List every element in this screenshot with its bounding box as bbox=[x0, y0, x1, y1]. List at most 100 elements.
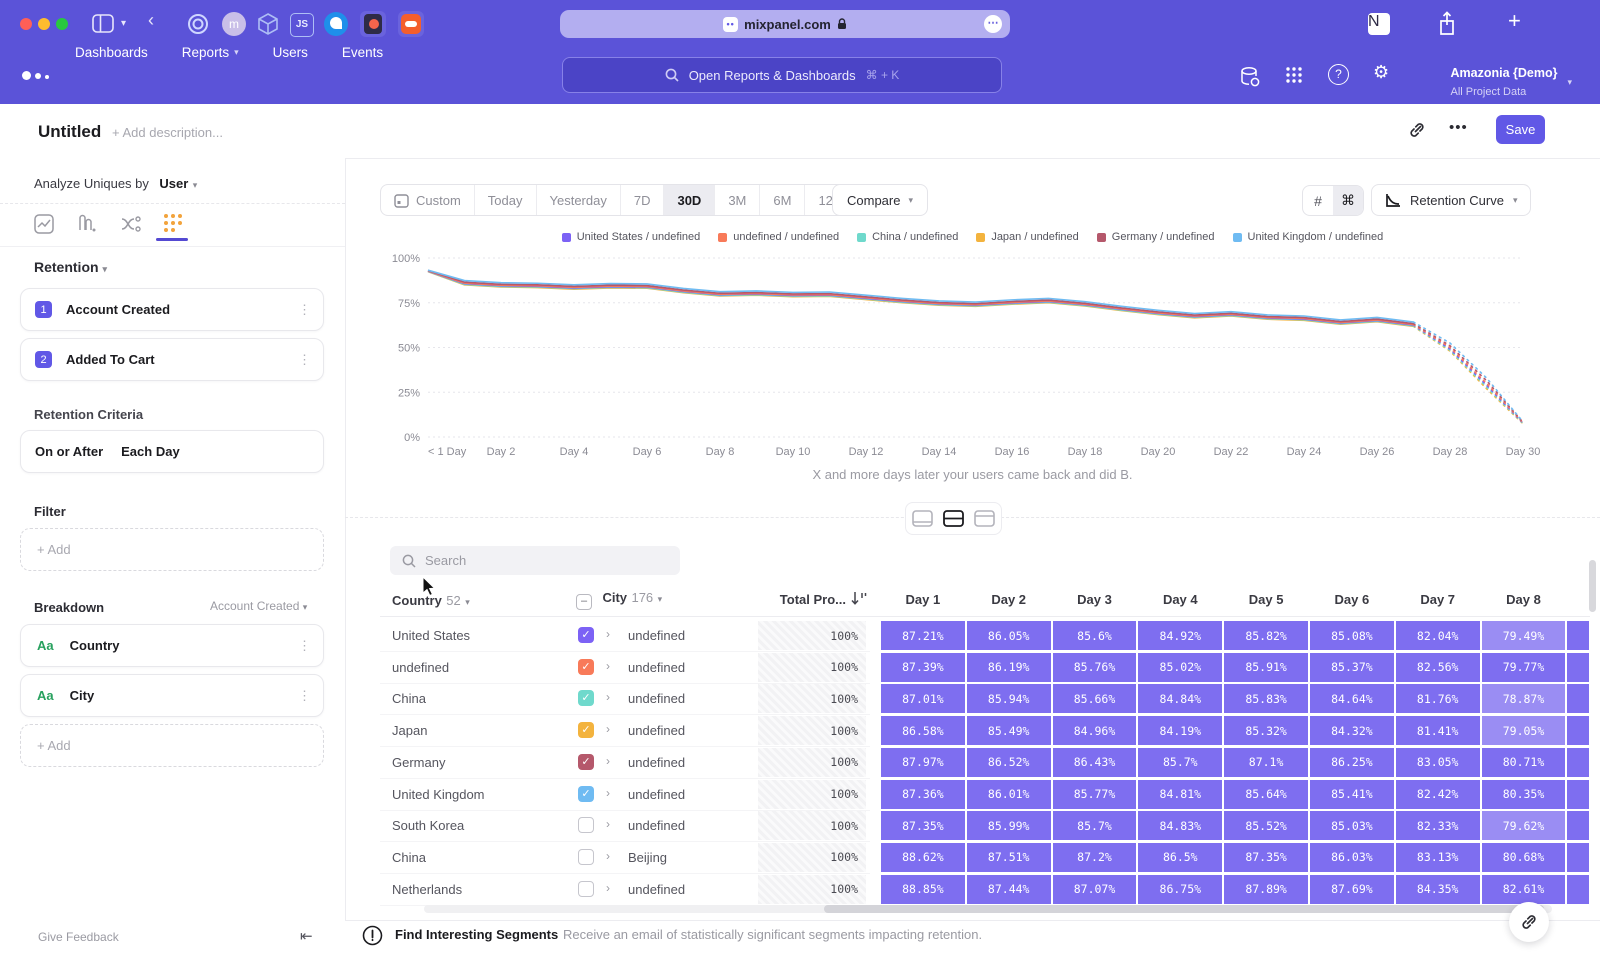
day-cell[interactable]: 85.32% bbox=[1224, 716, 1308, 745]
day-cell[interactable]: 87.01% bbox=[881, 684, 965, 713]
save-button[interactable]: Save bbox=[1496, 115, 1545, 144]
range-yesterday[interactable]: Yesterday bbox=[537, 185, 621, 215]
day-cell[interactable]: 82.33% bbox=[1396, 811, 1480, 840]
country-cell[interactable]: China bbox=[392, 691, 426, 706]
city-cell[interactable]: undefined bbox=[628, 755, 685, 770]
tab-insights-icon[interactable] bbox=[34, 214, 54, 234]
day-cell[interactable]: 84.19% bbox=[1138, 716, 1222, 745]
tab-funnels-icon[interactable] bbox=[77, 214, 97, 234]
nav-link-dashboards[interactable]: Dashboards bbox=[75, 45, 148, 60]
row-checkbox[interactable]: ✓ bbox=[578, 627, 594, 643]
horizontal-scrollbar[interactable] bbox=[424, 905, 1552, 913]
day-cell[interactable]: 78.87% bbox=[1482, 684, 1566, 713]
day-cell[interactable]: 84.96% bbox=[1053, 716, 1137, 745]
project-switcher[interactable]: Amazonia {Demo} All Project Data ▾ bbox=[1450, 64, 1572, 100]
day-cell[interactable]: 79.05% bbox=[1482, 716, 1566, 745]
day-cell[interactable]: 86.05% bbox=[967, 621, 1051, 650]
compare-button[interactable]: Compare▾ bbox=[832, 184, 928, 216]
breakdown-add-button[interactable]: + Add bbox=[20, 724, 324, 767]
legend-item[interactable]: undefined / undefined bbox=[718, 231, 839, 243]
global-search[interactable]: Open Reports & Dashboards ⌘ + K bbox=[562, 57, 1002, 93]
day-cell[interactable]: 87.51% bbox=[967, 843, 1051, 872]
layout-chart-only-icon[interactable] bbox=[912, 510, 933, 527]
copy-link-icon[interactable] bbox=[1408, 121, 1426, 139]
retention-step-1[interactable]: 1Account Created⋮ bbox=[20, 288, 324, 331]
apps-grid-icon[interactable] bbox=[1285, 66, 1303, 84]
day-cell[interactable]: 85.7% bbox=[1053, 811, 1137, 840]
day-cell[interactable]: 87.69% bbox=[1310, 875, 1394, 904]
row-checkbox[interactable]: ✓ bbox=[578, 690, 594, 706]
extension-cloud-icon[interactable] bbox=[398, 11, 424, 37]
add-description[interactable]: + Add description... bbox=[112, 125, 223, 140]
retention-step-2[interactable]: 2Added To Cart⋮ bbox=[20, 338, 324, 381]
day-cell[interactable]: 86.75% bbox=[1138, 875, 1222, 904]
chart-type-dropdown[interactable]: Retention Curve▾ bbox=[1371, 184, 1531, 216]
notion-icon[interactable]: N bbox=[1368, 13, 1390, 35]
day-cell[interactable]: 82.61% bbox=[1482, 875, 1566, 904]
retention-section-title[interactable]: Retention ▾ bbox=[34, 259, 107, 275]
kebab-menu-icon[interactable]: ⋮ bbox=[298, 352, 311, 368]
expand-chevron-icon[interactable]: › bbox=[606, 849, 610, 863]
day-cell[interactable]: 85.6% bbox=[1053, 621, 1137, 650]
day-header-8[interactable]: Day 8 bbox=[1481, 592, 1567, 607]
row-checkbox[interactable]: ✓ bbox=[578, 786, 594, 802]
city-cell[interactable]: undefined bbox=[628, 723, 685, 738]
criteria-card[interactable]: On or After Each Day bbox=[20, 430, 324, 473]
day-cell[interactable]: 84.92% bbox=[1138, 621, 1222, 650]
day-cell[interactable]: 87.07% bbox=[1053, 875, 1137, 904]
day-cell[interactable]: 85.7% bbox=[1138, 748, 1222, 777]
city-cell[interactable]: Beijing bbox=[628, 850, 667, 865]
help-icon[interactable]: ? bbox=[1328, 64, 1349, 85]
legend-item[interactable]: China / undefined bbox=[857, 231, 958, 243]
country-cell[interactable]: United Kingdom bbox=[392, 787, 485, 802]
interesting-segments-title[interactable]: Find Interesting Segments bbox=[395, 927, 558, 942]
city-cell[interactable]: undefined bbox=[628, 628, 685, 643]
day-cell[interactable]: 87.21% bbox=[881, 621, 965, 650]
horizontal-scrollbar-thumb[interactable] bbox=[824, 905, 1544, 913]
breakdown-label[interactable]: Country bbox=[70, 638, 120, 653]
day-cell[interactable]: 84.32% bbox=[1310, 716, 1394, 745]
breakdown-label[interactable]: City bbox=[70, 688, 95, 703]
day-header-1[interactable]: Day 1 bbox=[880, 592, 966, 607]
legend-item[interactable]: United States / undefined bbox=[562, 231, 701, 243]
table-search-input[interactable]: Search bbox=[390, 546, 680, 575]
url-more-icon[interactable]: ⋯ bbox=[984, 15, 1002, 33]
row-checkbox[interactable]: ✓ bbox=[578, 722, 594, 738]
day-cell[interactable]: 84.81% bbox=[1138, 780, 1222, 809]
expand-chevron-icon[interactable]: › bbox=[606, 722, 610, 736]
share-link-fab[interactable] bbox=[1509, 902, 1549, 942]
day-cell[interactable]: 85.94% bbox=[967, 684, 1051, 713]
day-cell[interactable]: 81.76% bbox=[1396, 684, 1480, 713]
day-cell[interactable]: 85.76% bbox=[1053, 653, 1137, 682]
day-cell[interactable]: 84.64% bbox=[1310, 684, 1394, 713]
day-cell[interactable]: 84.35% bbox=[1396, 875, 1480, 904]
day-header-5[interactable]: Day 5 bbox=[1223, 592, 1309, 607]
day-cell[interactable]: 83.05% bbox=[1396, 748, 1480, 777]
legend-item[interactable]: Germany / undefined bbox=[1097, 231, 1215, 243]
step-event-label[interactable]: Added To Cart bbox=[66, 352, 155, 367]
window-zoom-button[interactable] bbox=[56, 18, 68, 30]
row-checkbox[interactable]: ✓ bbox=[578, 659, 594, 675]
day-cell[interactable]: 86.58% bbox=[881, 716, 965, 745]
filter-add-button[interactable]: + Add bbox=[20, 528, 324, 571]
expand-chevron-icon[interactable]: › bbox=[606, 690, 610, 704]
retention-chart[interactable]: 100%75%50%25%0%< 1 DayDay 2Day 4Day 6Day… bbox=[380, 250, 1565, 465]
city-cell[interactable]: undefined bbox=[628, 882, 685, 897]
country-cell[interactable]: United States bbox=[392, 628, 470, 643]
day-cell[interactable]: 85.02% bbox=[1138, 653, 1222, 682]
day-cell[interactable]: 81.41% bbox=[1396, 716, 1480, 745]
report-title[interactable]: Untitled bbox=[38, 122, 101, 142]
row-checkbox[interactable] bbox=[578, 849, 594, 865]
day-cell[interactable]: 84.84% bbox=[1138, 684, 1222, 713]
day-header-3[interactable]: Day 3 bbox=[1052, 592, 1138, 607]
legend-item[interactable]: United Kingdom / undefined bbox=[1233, 231, 1384, 243]
url-bar[interactable]: •• mixpanel.com ⋯ bbox=[560, 10, 1010, 38]
row-checkbox[interactable] bbox=[578, 817, 594, 833]
day-cell[interactable]: 82.04% bbox=[1396, 621, 1480, 650]
country-cell[interactable]: Netherlands bbox=[392, 882, 462, 897]
expand-chevron-icon[interactable]: › bbox=[606, 881, 610, 895]
settings-gear-icon[interactable]: ⚙ bbox=[1373, 62, 1389, 83]
kebab-menu-icon[interactable]: ⋮ bbox=[298, 302, 311, 318]
legend-item[interactable]: Japan / undefined bbox=[976, 231, 1078, 243]
day-header-2[interactable]: Day 2 bbox=[966, 592, 1052, 607]
